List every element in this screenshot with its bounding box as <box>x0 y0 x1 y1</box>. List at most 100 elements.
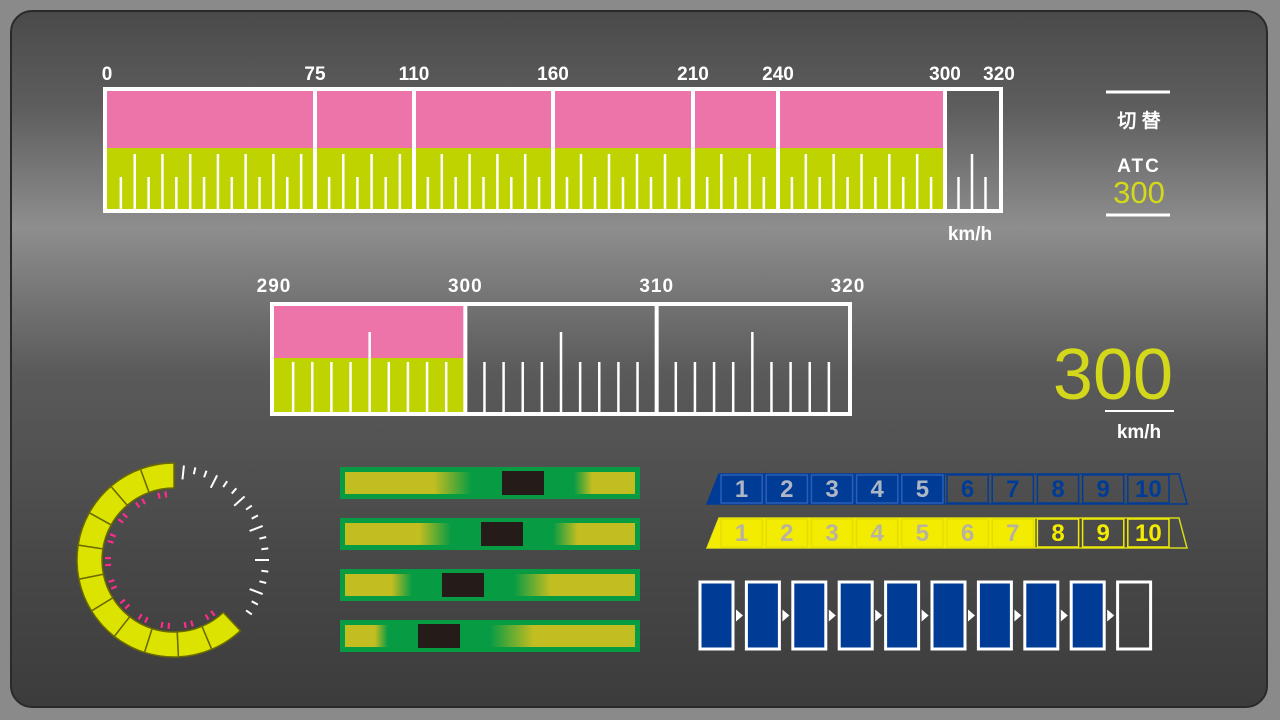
ring-white-tick <box>249 588 264 595</box>
ring-white-tick <box>192 467 197 475</box>
ring-gauge <box>76 462 269 658</box>
train-car <box>930 580 967 651</box>
notch-bar-left-fill <box>345 523 451 545</box>
train-coupler-arrow <box>1060 609 1068 622</box>
train-car <box>837 580 874 651</box>
ring-white-tick <box>259 536 267 540</box>
brake-notch-row: 1 2 3 4 5 6 7 8 9 10 <box>705 517 1188 549</box>
fine-speed-gauge: 290 300 310 320 <box>257 276 866 416</box>
train-car <box>1023 580 1060 651</box>
ring-white-tick <box>261 569 269 573</box>
notch-bar-left-fill <box>345 625 388 647</box>
notch-bar-right-fill <box>490 625 635 647</box>
ring-white-tick <box>259 580 267 584</box>
ring-white-tick <box>222 480 228 488</box>
notch-number-4: 4 <box>871 476 885 503</box>
notch-number-3: 3 <box>825 520 838 547</box>
notch-bar-left-fill <box>345 574 412 596</box>
fine-scale-label-320: 320 <box>831 276 866 297</box>
atc-panel: 切 替 ATC 300 <box>1106 90 1170 217</box>
ring-magenta-tick <box>164 491 168 498</box>
ring-white-tick <box>230 487 238 495</box>
train-car-indicator <box>698 580 1153 651</box>
ring-magenta-tick <box>119 598 126 605</box>
ring-white-tick <box>209 474 219 489</box>
notch-number-2: 2 <box>780 476 793 503</box>
ring-magenta-tick <box>117 518 124 524</box>
train-coupler-arrow <box>828 609 836 622</box>
speed-scale-label-240: 240 <box>762 64 794 85</box>
notch-bar-right-fill <box>553 523 635 545</box>
ring-magenta-tick <box>204 613 210 621</box>
notch-number-7: 7 <box>1006 476 1019 503</box>
notch-number-6: 6 <box>961 520 974 547</box>
speed-value: 300 <box>1053 335 1173 415</box>
notch-bar-indicator <box>442 573 484 597</box>
notch-number-9: 9 <box>1097 520 1110 547</box>
ring-magenta-tick <box>183 621 187 629</box>
speed-scale-label-210: 210 <box>677 64 709 85</box>
ring-magenta-tick <box>108 579 115 584</box>
ring-white-tick <box>251 600 259 606</box>
speed-unit: km/h <box>1117 422 1161 443</box>
speed-scale-unit: km/h <box>948 224 992 245</box>
speed-scale-label-0: 0 <box>102 64 113 85</box>
train-coupler-arrow <box>736 609 743 622</box>
ring-magenta-tick <box>137 613 143 620</box>
ring-white-tick <box>245 609 253 616</box>
ring-magenta-tick <box>135 501 141 509</box>
notch-number-3: 3 <box>825 476 838 503</box>
ring-magenta-tick <box>144 616 149 624</box>
notch-bar-left-fill <box>345 472 472 494</box>
notch-number-10: 10 <box>1135 476 1162 503</box>
speed-scale-label-110: 110 <box>399 64 430 85</box>
train-coupler-arrow <box>1107 609 1115 622</box>
train-coupler-arrow <box>875 609 883 622</box>
notch-number-10: 10 <box>1135 520 1162 547</box>
atc-switch-label: 切 替 <box>1117 109 1161 132</box>
train-coupler-arrow <box>921 609 929 622</box>
ring-segment <box>76 544 105 581</box>
notch-number-5: 5 <box>916 476 929 503</box>
dashboard-panel: 0 75 110 160 210 240 300 320 km/h 切 替 ATC 300 2… <box>10 10 1268 708</box>
ring-magenta-tick <box>109 533 116 538</box>
ring-white-tick <box>261 547 269 551</box>
notch-bar-right-fill <box>514 574 635 596</box>
ring-magenta-tick <box>141 498 146 505</box>
notch-bar-indicator <box>418 624 460 648</box>
fine-scale-label-310: 310 <box>639 276 674 297</box>
atc-limit-value: 300 <box>1113 175 1165 210</box>
speed-scale-label-75: 75 <box>304 64 326 85</box>
train-car <box>698 580 735 651</box>
ring-magenta-tick <box>190 620 194 627</box>
ring-magenta-tick <box>210 610 216 617</box>
ring-magenta-tick <box>122 512 129 519</box>
speed-scale-label-300: 300 <box>929 64 961 85</box>
ring-magenta-tick <box>107 539 114 544</box>
digital-speed: 300 km/h <box>1053 335 1174 443</box>
atc-mode-label: ATC <box>1117 156 1161 177</box>
fine-scale-label-290: 290 <box>257 276 292 297</box>
notch-number-1: 1 <box>735 476 748 503</box>
ring-magenta-tick <box>157 492 161 499</box>
ring-white-tick <box>251 514 259 520</box>
notch-number-8: 8 <box>1051 476 1064 503</box>
fine-scale-label-300: 300 <box>448 276 483 297</box>
notch-bar-3 <box>340 569 640 601</box>
ring-white-tick <box>245 504 253 511</box>
notch-bars <box>340 467 640 652</box>
train-car <box>976 580 1013 651</box>
speed-scale-gauge: 0 75 110 160 210 240 300 320 km/h <box>102 64 1015 245</box>
notch-bar-1 <box>340 467 640 499</box>
notch-number-8: 8 <box>1051 520 1064 547</box>
notch-number-5: 5 <box>916 520 929 547</box>
speed-scale-label-320: 320 <box>983 64 1015 85</box>
notch-bar-indicator <box>502 471 544 495</box>
ring-magenta-tick <box>160 621 164 629</box>
notch-number-4: 4 <box>871 520 885 547</box>
notch-number-9: 9 <box>1097 476 1110 503</box>
train-car <box>1069 580 1106 651</box>
train-car <box>791 580 828 651</box>
train-car <box>744 580 781 651</box>
ring-white-tick <box>181 465 185 480</box>
